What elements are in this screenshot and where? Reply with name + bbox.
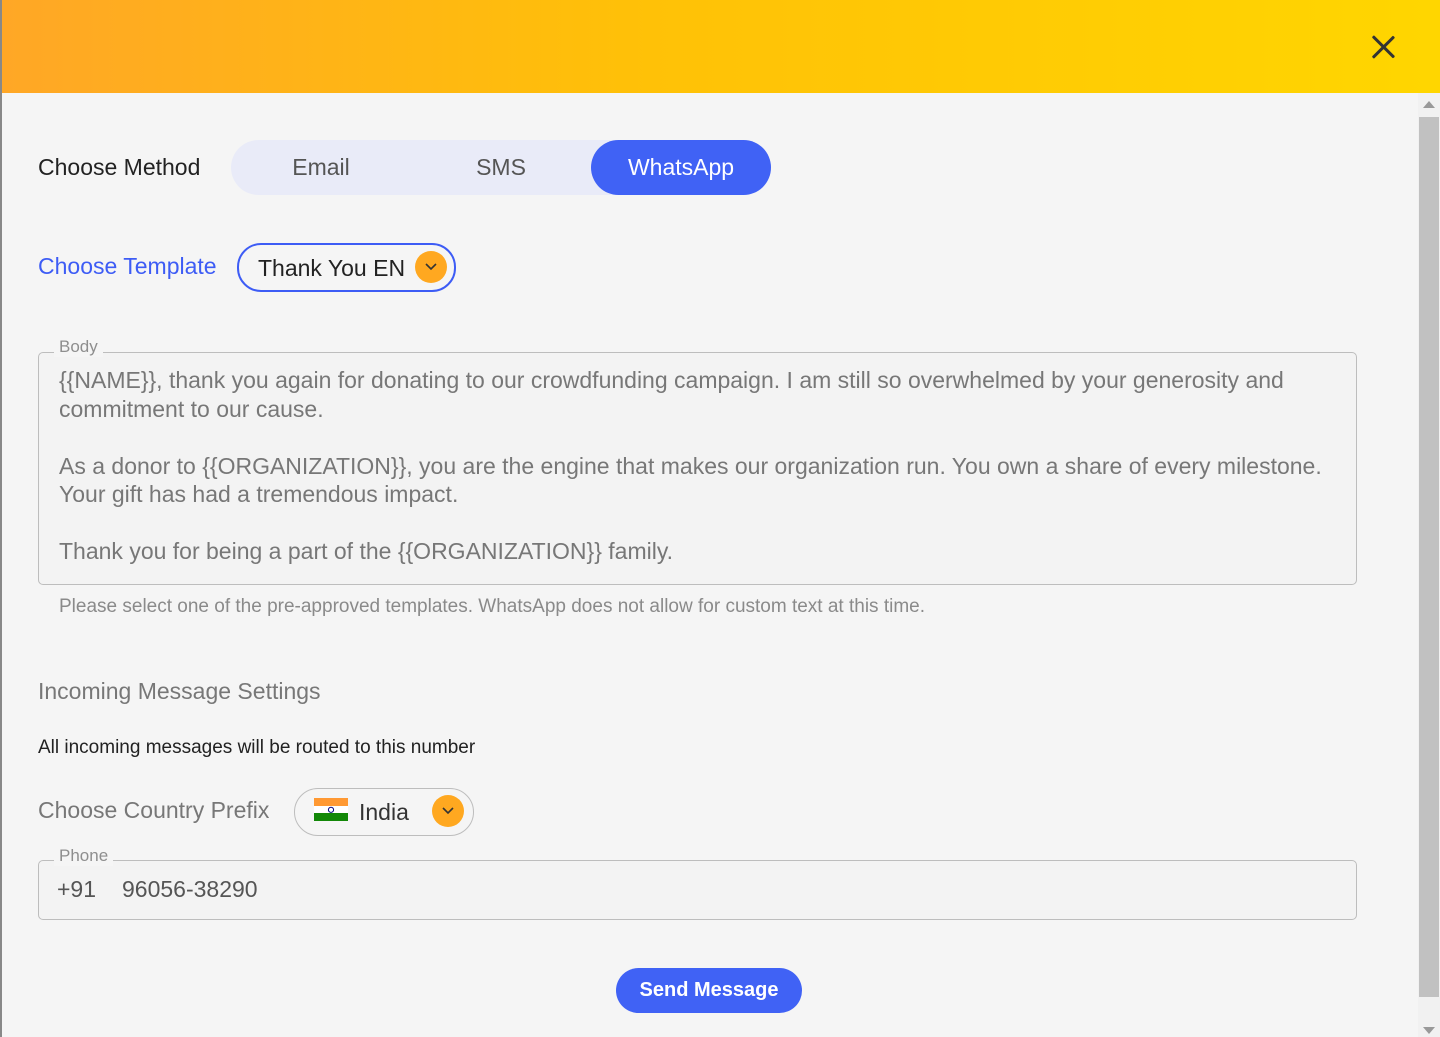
method-option-sms[interactable]: SMS xyxy=(411,140,591,195)
phone-prefix: +91 xyxy=(57,876,97,902)
method-toggle: Email SMS WhatsApp xyxy=(231,140,771,195)
phone-label: Phone xyxy=(54,846,114,866)
window-edge xyxy=(0,0,2,1037)
template-select[interactable]: Thank You EN xyxy=(237,243,456,292)
body-label: Body xyxy=(54,337,103,357)
close-icon[interactable] xyxy=(1370,34,1396,60)
choose-template-label: Choose Template xyxy=(38,253,217,279)
country-selected-value: India xyxy=(359,799,409,825)
body-paragraph: {{NAME}}, thank you again for donating t… xyxy=(59,367,1284,422)
chevron-down-icon[interactable] xyxy=(432,795,464,827)
country-prefix-select[interactable]: India xyxy=(294,788,474,836)
template-selected-value: Thank You EN xyxy=(258,255,406,281)
incoming-settings-description: All incoming messages will be routed to … xyxy=(38,737,476,758)
india-flag-icon xyxy=(314,798,348,821)
scrollbar-thumb[interactable] xyxy=(1419,117,1439,997)
method-option-whatsapp[interactable]: WhatsApp xyxy=(591,140,771,195)
body-text: {{NAME}}, thank you again for donating t… xyxy=(59,366,1329,566)
method-option-email[interactable]: Email xyxy=(231,140,411,195)
modal-header xyxy=(2,0,1440,93)
chevron-down-icon[interactable] xyxy=(415,251,447,283)
scroll-down-icon[interactable] xyxy=(1423,1027,1435,1034)
body-helper-text: Please select one of the pre-approved te… xyxy=(59,596,926,617)
choose-method-label: Choose Method xyxy=(38,154,201,180)
body-paragraph: Thank you for being a part of the {{ORGA… xyxy=(59,538,674,564)
incoming-settings-title: Incoming Message Settings xyxy=(38,678,321,704)
send-message-button[interactable]: Send Message xyxy=(616,968,802,1013)
body-paragraph: As a donor to {{ORGANIZATION}}, you are … xyxy=(59,452,1322,508)
country-prefix-label: Choose Country Prefix xyxy=(38,797,270,823)
scrollbar[interactable] xyxy=(1418,93,1440,1037)
scroll-up-icon[interactable] xyxy=(1423,101,1435,108)
phone-input[interactable] xyxy=(122,874,1322,904)
